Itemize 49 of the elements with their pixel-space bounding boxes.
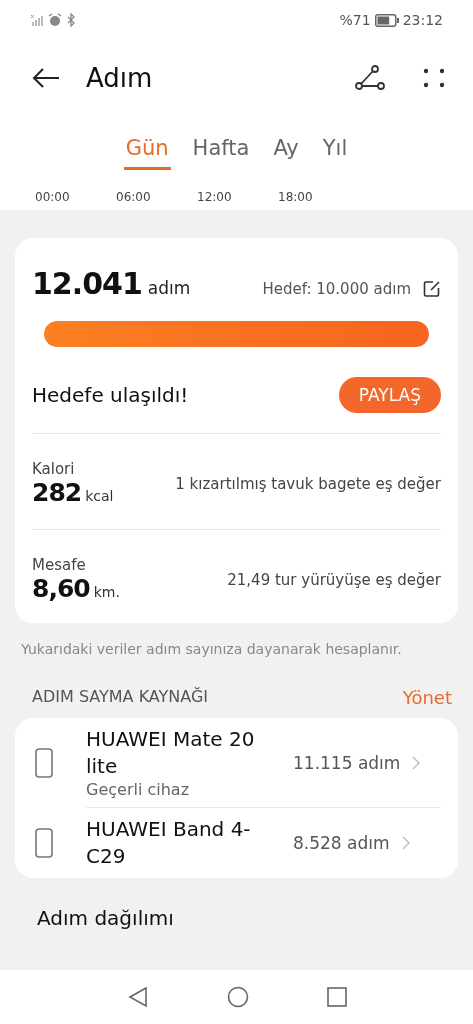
recents-nav-icon[interactable] (326, 987, 347, 1007)
stat-label: Kalori (32, 460, 76, 478)
alarm-icon (48, 13, 62, 27)
time-label: 12:00 (197, 190, 233, 204)
period-tab[interactable]: Ay (271, 132, 301, 170)
stat-value: 282 (32, 478, 82, 507)
bluetooth-icon (66, 13, 76, 27)
stat-unit: km. (93, 584, 120, 600)
goal-message: Hedefe ulaşıldı! (32, 383, 189, 407)
battery-percent: %71 (339, 12, 371, 28)
stat-equivalent: 1 kızartılmış tavuk bagete eş değer (175, 474, 441, 493)
share-button[interactable]: PAYLAŞ (338, 377, 441, 413)
chevron-icon (401, 836, 410, 850)
stat-value: 8,60 (32, 574, 90, 603)
device-item[interactable]: HUAWEI Band 4-C29 8.528 adım (35, 807, 441, 878)
signal-icon (30, 13, 44, 27)
time-label: 00:00 (35, 190, 71, 204)
device-icon (35, 827, 53, 858)
period-tab[interactable]: Yıl (320, 132, 350, 170)
chevron-icon (412, 755, 421, 770)
section-title: ADIM SAYMA KAYNAĞI (32, 687, 209, 708)
step-count: 12.041 (32, 266, 142, 301)
more-icon[interactable] (423, 68, 445, 88)
stat-label: Mesafe (32, 556, 87, 574)
edit-icon[interactable] (423, 280, 441, 298)
stat-unit: kcal (85, 488, 114, 504)
time-label: 18:00 (278, 190, 314, 204)
time-label: 06:00 (116, 190, 152, 204)
device-steps: 8.528 adım (293, 833, 390, 853)
distribution-title: Adım dağılımı (37, 906, 175, 930)
footnote: Yukarıdaki veriler adım sayınıza dayanarak hesaplanır. (21, 641, 403, 657)
home-nav-icon[interactable] (226, 986, 249, 1008)
battery-icon (374, 13, 399, 27)
device-steps: 11.115 adım (293, 752, 401, 773)
device-icon (35, 747, 53, 778)
goal-text: Hedef: 10.000 adım (262, 280, 411, 298)
step-unit: adım (147, 278, 191, 298)
device-name: HUAWEI Mate 20 lite (86, 726, 256, 780)
stat-equivalent: 21,49 tur yürüyüşe eş değer (227, 570, 441, 589)
device-subtitle: Geçerli cihaz (86, 780, 191, 799)
period-tab[interactable]: Hafta (190, 132, 252, 170)
back-arrow-icon[interactable] (32, 67, 60, 89)
page-title: Adım (86, 63, 154, 93)
back-nav-icon[interactable] (126, 986, 149, 1008)
period-tab[interactable]: Gün (123, 132, 171, 170)
clock: 23:12 (402, 12, 443, 28)
route-icon[interactable] (355, 65, 385, 91)
device-item[interactable]: HUAWEI Mate 20 lite Geçerli cihaz 11.115 adım (35, 718, 441, 807)
device-name: HUAWEI Band 4-C29 (86, 816, 252, 870)
